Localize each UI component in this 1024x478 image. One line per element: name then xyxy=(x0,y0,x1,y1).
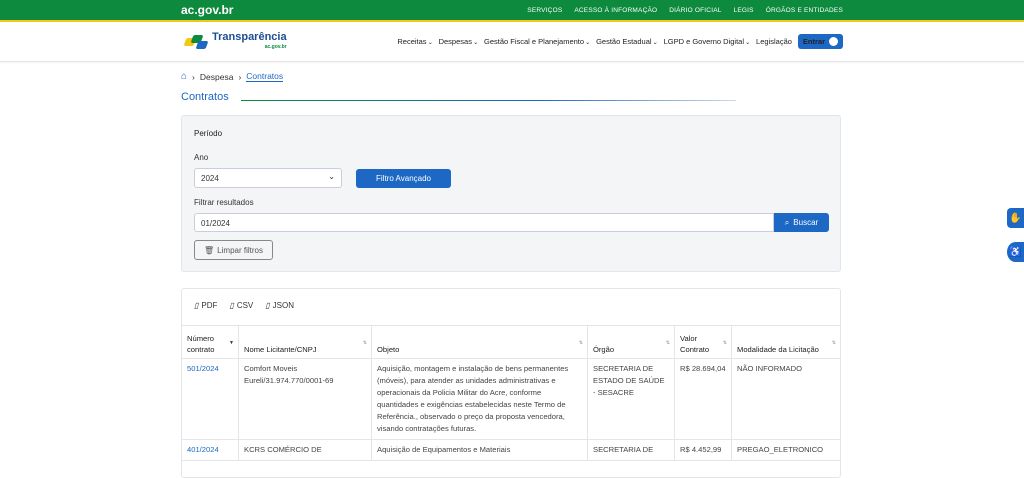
advanced-filter-button[interactable]: Filtro Avançado xyxy=(356,169,451,188)
title-divider xyxy=(241,100,736,101)
valor-cell: R$ 4.452,99 xyxy=(674,439,732,461)
chevron-down-icon: ⌄ xyxy=(328,172,335,181)
year-select[interactable]: 2024 ⌄ xyxy=(194,168,342,188)
file-icon: ▯ xyxy=(194,301,199,310)
main-navbar: Transparência ac.gov.br Receitas⌄ Despes… xyxy=(0,22,1024,62)
column-header-valor[interactable]: Valor Contrato ⇅ xyxy=(674,325,732,359)
sort-icon: ⇅ xyxy=(831,340,836,346)
objeto-cell: Aquisição de Equipamentos e Materiais xyxy=(371,439,588,461)
sort-icon: ⇅ xyxy=(665,340,670,346)
export-pdf-button[interactable]: ▯ PDF xyxy=(194,301,217,310)
main-menu: Receitas⌄ Despesas⌄ Gestão Fiscal e Plan… xyxy=(397,34,843,49)
user-icon xyxy=(829,37,838,46)
modalidade-cell: NÃO INFORMADO xyxy=(731,358,841,440)
period-label: Período xyxy=(194,129,223,138)
chevron-down-icon: ⌄ xyxy=(745,40,751,46)
file-icon: ▯ xyxy=(265,301,270,310)
chevron-down-icon: ⌄ xyxy=(652,40,658,46)
contract-number-link[interactable]: 401/2024 xyxy=(187,445,219,454)
search-icon: ⌕ xyxy=(784,217,790,227)
orgao-cell: SECRETARIA DE ESTADO DE SAÚDE - SESACRE xyxy=(587,358,675,440)
column-header-modalidade[interactable]: Modalidade da Licitação ⇅ xyxy=(731,325,841,359)
breadcrumb-item-contratos[interactable]: Contratos xyxy=(246,71,284,82)
table-row: 501/2024 Comfort Moveis Eureli/31.974.77… xyxy=(181,358,841,440)
menu-gestao-fiscal[interactable]: Gestão Fiscal e Planejamento⌄ xyxy=(484,37,590,46)
filter-results-label: Filtrar resultados xyxy=(194,198,254,207)
column-header-orgao[interactable]: Órgão ⇅ xyxy=(587,325,675,359)
menu-lgpd[interactable]: LGPD e Governo Digital⌄ xyxy=(664,37,750,46)
export-json-button[interactable]: ▯ JSON xyxy=(265,301,294,310)
sort-icon: ⇅ xyxy=(578,340,583,346)
breadcrumb: ⌂ › Despesa › Contratos xyxy=(181,71,284,82)
clear-filters-button[interactable]: 🗑︎ Limpar filtros xyxy=(194,240,273,260)
orgao-cell: SECRETARIA DE xyxy=(587,439,675,461)
home-icon[interactable]: ⌂ xyxy=(181,71,187,82)
column-header-numero[interactable]: Número contrato ▼ xyxy=(181,325,239,359)
valor-cell: R$ 28.694,04 xyxy=(674,358,732,440)
filter-panel xyxy=(181,115,841,272)
sort-icon: ⇅ xyxy=(722,340,727,346)
export-csv-button[interactable]: ▯ CSV xyxy=(229,301,253,310)
modalidade-cell: PREGAO_ELETRONICO xyxy=(731,439,841,461)
year-label: Ano xyxy=(194,153,209,162)
logo-mark-icon xyxy=(183,34,209,49)
chevron-down-icon: ⌄ xyxy=(472,40,478,46)
licitante-cell: KCRS COMÉRCIO DE xyxy=(238,439,372,461)
menu-gestao-estadual[interactable]: Gestão Estadual⌄ xyxy=(596,37,657,46)
menu-despesas[interactable]: Despesas⌄ xyxy=(439,37,478,46)
breadcrumb-separator-icon: › xyxy=(192,71,195,82)
contracts-table: Número contrato ▼ Nome Licitante/CNPJ ⇅ Ob… xyxy=(181,325,841,461)
gov-link-servicos[interactable]: SERVIÇOS xyxy=(527,7,562,14)
site-logo[interactable]: Transparência ac.gov.br xyxy=(183,30,287,52)
licitante-cell: Comfort Moveis Eureli/31.974.770/0001-69 xyxy=(238,358,372,440)
menu-legislacao[interactable]: Legislação xyxy=(756,37,792,46)
gov-link-diario-oficial[interactable]: DIÁRIO OFICIAL xyxy=(669,7,721,14)
logo-text: Transparência ac.gov.br xyxy=(212,30,287,50)
sort-desc-icon: ▼ xyxy=(229,340,234,346)
contract-number-link[interactable]: 501/2024 xyxy=(187,364,219,373)
accessibility-icon[interactable]: ♿ xyxy=(1007,242,1024,262)
gov-brand[interactable]: ac.gov.br xyxy=(181,3,233,17)
gov-links: SERVIÇOS ACESSO À INFORMAÇÃO DIÁRIO OFIC… xyxy=(527,7,843,14)
search-button[interactable]: ⌕ Buscar xyxy=(774,213,829,232)
login-button[interactable]: Entrar xyxy=(797,34,843,49)
chevron-down-icon: ⌄ xyxy=(427,40,433,46)
chevron-down-icon: ⌄ xyxy=(585,40,591,46)
breadcrumb-item-despesa[interactable]: Despesa xyxy=(200,72,234,82)
gov-link-orgaos[interactable]: ÓRGÃOS E ENTIDADES xyxy=(766,7,843,14)
gov-link-acesso-informacao[interactable]: ACESSO À INFORMAÇÃO xyxy=(574,7,657,14)
gov-topbar: ac.gov.br SERVIÇOS ACESSO À INFORMAÇÃO D… xyxy=(0,0,1024,20)
sign-language-icon[interactable]: ✋ xyxy=(1007,208,1024,228)
file-icon: ▯ xyxy=(229,301,234,310)
export-toolbar: ▯ PDF ▯ CSV ▯ JSON xyxy=(194,301,294,310)
column-header-objeto[interactable]: Objeto ⇅ xyxy=(371,325,588,359)
breadcrumb-separator-icon: › xyxy=(238,71,242,82)
trash-icon: 🗑︎ xyxy=(204,245,215,255)
page-title: Contratos xyxy=(181,91,229,103)
filter-input[interactable]: 01/2024 xyxy=(194,213,774,232)
sort-icon: ⇅ xyxy=(362,340,367,346)
menu-receitas[interactable]: Receitas⌄ xyxy=(397,37,432,46)
column-header-licitante[interactable]: Nome Licitante/CNPJ ⇅ xyxy=(238,325,372,359)
gov-link-legis[interactable]: LEGIS xyxy=(734,7,754,14)
table-row: 401/2024 KCRS COMÉRCIO DE Aquisição de E… xyxy=(181,439,841,461)
objeto-cell: Aquisição, montagem e instalação de bens… xyxy=(371,358,588,440)
